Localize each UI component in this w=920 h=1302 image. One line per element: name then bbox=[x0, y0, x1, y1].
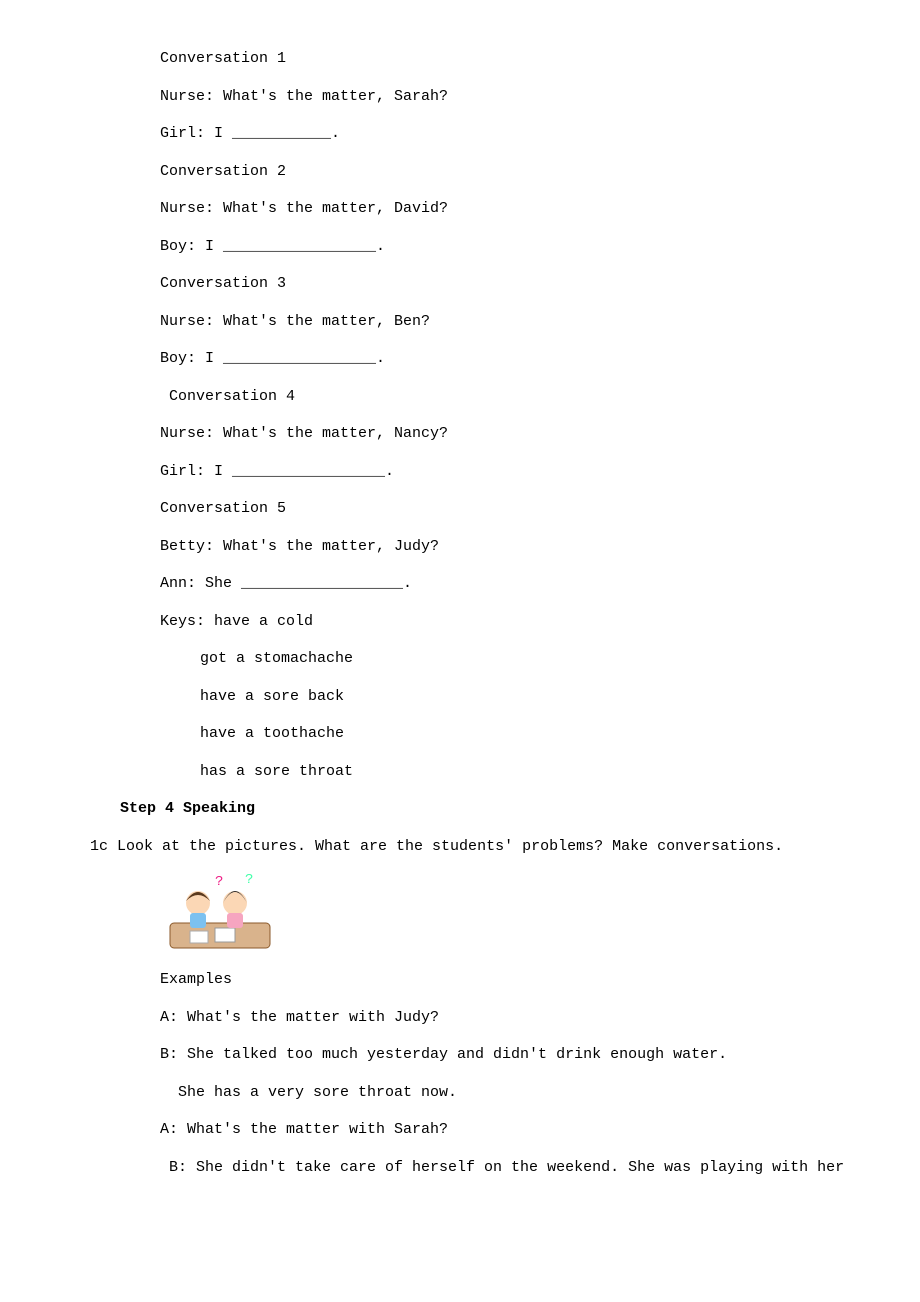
students-image-icon: ? ? bbox=[160, 873, 280, 953]
keys-item: have a sore back bbox=[90, 678, 830, 716]
keys-heading: Keys: have a cold bbox=[90, 603, 830, 641]
example-line: She has a very sore throat now. bbox=[90, 1074, 830, 1112]
conversation-line: Ann: She __________________. bbox=[90, 565, 830, 603]
conversation-line: Nurse: What's the matter, Nancy? bbox=[90, 415, 830, 453]
conversation-title: Conversation 2 bbox=[90, 153, 830, 191]
conversation-line: Nurse: What's the matter, Sarah? bbox=[90, 78, 830, 116]
conversation-title: Conversation 1 bbox=[90, 40, 830, 78]
conversation-line: Girl: I ___________. bbox=[90, 115, 830, 153]
example-line: B: She didn't take care of herself on th… bbox=[90, 1149, 830, 1187]
example-line: B: She talked too much yesterday and did… bbox=[90, 1036, 830, 1074]
instruction-text: 1c Look at the pictures. What are the st… bbox=[90, 828, 830, 866]
conversation-title: Conversation 3 bbox=[90, 265, 830, 303]
conversation-line: Girl: I _________________. bbox=[90, 453, 830, 491]
conversation-title: Conversation 4 bbox=[90, 378, 830, 416]
conversation-line: Boy: I _________________. bbox=[90, 340, 830, 378]
conversation-line: Betty: What's the matter, Judy? bbox=[90, 528, 830, 566]
example-line: A: What's the matter with Judy? bbox=[90, 999, 830, 1037]
keys-item: have a toothache bbox=[90, 715, 830, 753]
students-illustration: ? ? bbox=[90, 865, 830, 961]
example-line: A: What's the matter with Sarah? bbox=[90, 1111, 830, 1149]
document-page: Conversation 1 Nurse: What's the matter,… bbox=[0, 0, 920, 1226]
conversation-line: Nurse: What's the matter, Ben? bbox=[90, 303, 830, 341]
svg-text:?: ? bbox=[245, 873, 253, 888]
conversation-line: Boy: I _________________. bbox=[90, 228, 830, 266]
keys-item: got a stomachache bbox=[90, 640, 830, 678]
conversation-line: Nurse: What's the matter, David? bbox=[90, 190, 830, 228]
step-heading: Step 4 Speaking bbox=[90, 790, 830, 828]
examples-heading: Examples bbox=[90, 961, 830, 999]
conversation-title: Conversation 5 bbox=[90, 490, 830, 528]
keys-item: has a sore throat bbox=[90, 753, 830, 791]
svg-text:?: ? bbox=[215, 874, 223, 890]
